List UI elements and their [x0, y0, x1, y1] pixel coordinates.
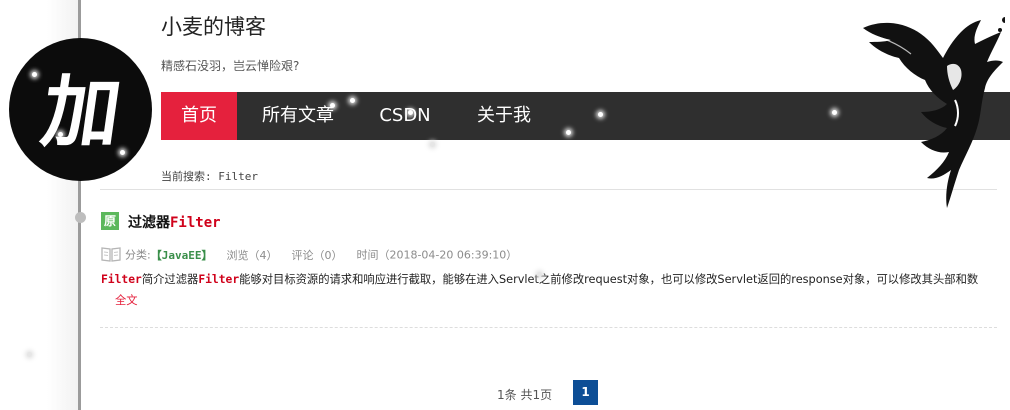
- site-subtitle: 精感石没羽，岂云惮险艰?: [161, 59, 300, 73]
- pagination-current-page[interactable]: 1: [573, 380, 598, 405]
- book-icon: [101, 246, 121, 265]
- nav-item-csdn[interactable]: CSDN: [369, 92, 441, 140]
- bat-silhouette-icon: [863, 17, 1005, 208]
- snowflake-decoration: [330, 103, 335, 108]
- views-count: 浏览（4）: [226, 248, 278, 262]
- avatar-text: 加: [36, 66, 124, 158]
- snowflake-decoration: [598, 112, 603, 117]
- snowflake-decoration: [566, 130, 571, 135]
- timeline-dot: [75, 212, 86, 223]
- summary-text: 简介过滤器: [141, 273, 199, 286]
- snowflake-decoration: [58, 132, 63, 137]
- article-title[interactable]: 过滤器Filter: [128, 212, 221, 232]
- article-title-highlight: Filter: [170, 215, 221, 231]
- avatar[interactable]: 加: [9, 38, 152, 181]
- snowflake-decoration: [350, 98, 355, 103]
- summary-highlight: Filter: [101, 273, 142, 286]
- pagination-summary: 1条 共1页: [497, 388, 553, 402]
- snowflake-decoration: [740, 148, 745, 153]
- publish-time: 时间（2018-04-20 06:39:10）: [356, 248, 518, 262]
- nav-item-about[interactable]: 关于我: [466, 92, 542, 140]
- original-badge: 原: [101, 212, 119, 230]
- snowflake-decoration: [430, 142, 435, 147]
- snowflake-decoration: [832, 110, 837, 115]
- nav-item-all-articles[interactable]: 所有文章: [253, 92, 343, 140]
- comments-count: 评论（0）: [291, 248, 343, 262]
- article-meta: 分类:【JavaEE】 浏览（4） 评论（0） 时间（2018-04-20 06:39…: [101, 246, 517, 265]
- current-search-label: 当前搜索: Filter: [161, 170, 258, 183]
- category-link[interactable]: 【JavaEE】: [151, 249, 213, 262]
- article-summary: Filter简介过滤器Filter能够对目标资源的请求和响应进行截取，能够在进入…: [101, 269, 991, 311]
- snowflake-decoration: [32, 72, 37, 77]
- summary-highlight: Filter: [198, 273, 240, 286]
- category-label: 分类:: [125, 248, 151, 262]
- snowflake-decoration: [120, 150, 125, 155]
- summary-text: 能够对目标资源的请求和响应进行截取，能够在进入Servlet之前修改reques…: [239, 273, 979, 286]
- snowflake-decoration: [27, 352, 32, 357]
- snowflake-decoration: [408, 110, 413, 115]
- divider-dashed: [100, 327, 997, 328]
- article-title-text: 过滤器: [128, 215, 170, 231]
- nav-item-home[interactable]: 首页: [161, 92, 237, 140]
- snowflake-decoration: [537, 272, 542, 277]
- read-more-link[interactable]: 全文: [115, 294, 138, 307]
- site-title[interactable]: 小麦的博客: [161, 11, 266, 41]
